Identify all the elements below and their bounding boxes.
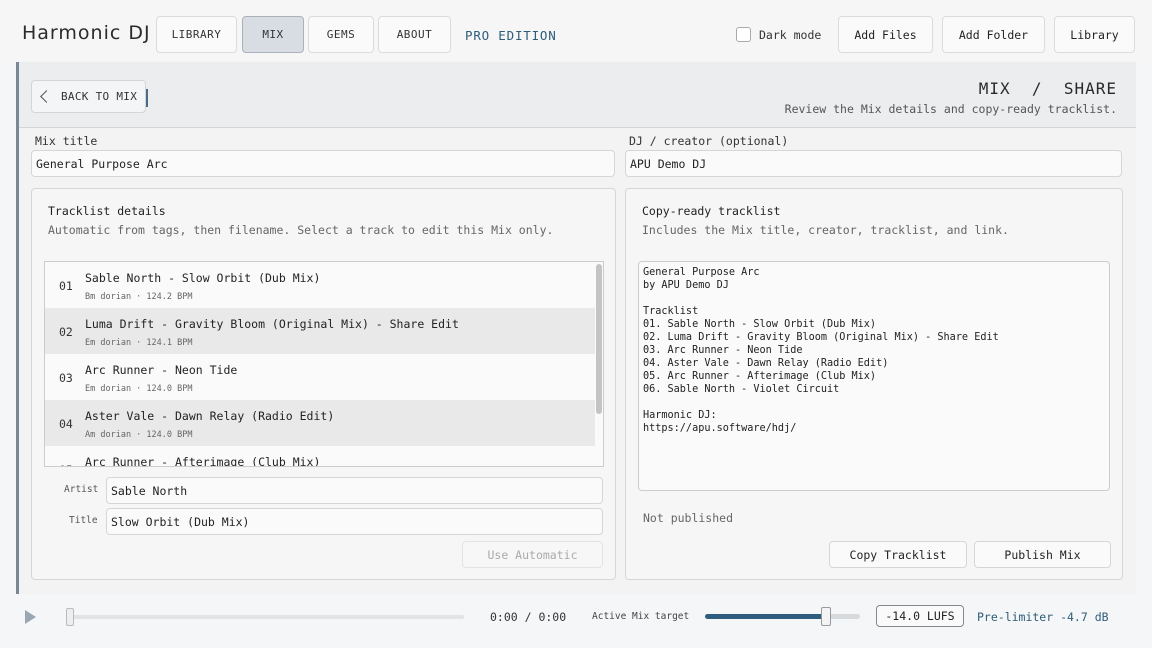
tracklist-details-card: Tracklist details Automatic from tags, t…: [31, 188, 616, 580]
page-subtitle: Review the Mix details and copy-ready tr…: [784, 102, 1117, 116]
artist-input[interactable]: Sable North: [106, 477, 603, 504]
page-title: MIX / SHARE: [978, 79, 1117, 98]
creator-label: DJ / creator (optional): [629, 134, 789, 148]
add-folder-button[interactable]: Add Folder: [942, 16, 1045, 53]
edition-label: PRO EDITION: [465, 28, 557, 43]
copy-tracklist-title: Copy-ready tracklist: [642, 204, 781, 218]
track-row[interactable]: 01 Sable North - Slow Orbit (Dub Mix) Bm…: [45, 262, 595, 308]
playback-time: 0:00 / 0:00: [490, 610, 567, 624]
title-input[interactable]: Slow Orbit (Dub Mix): [106, 508, 603, 535]
publish-status: Not published: [643, 511, 734, 525]
target-slider-fill: [705, 614, 829, 619]
mix-title-input[interactable]: General Purpose Arc: [31, 150, 615, 177]
track-row[interactable]: 02 Luma Drift - Gravity Bloom (Original …: [45, 308, 595, 354]
seek-bar[interactable]: [66, 615, 464, 619]
mix-title-label: Mix title: [35, 134, 98, 148]
tab-mix[interactable]: MIX: [242, 16, 304, 53]
top-bar: Harmonic DJ LIBRARY MIX GEMS ABOUT PRO E…: [0, 0, 1152, 62]
copy-tracklist-card: Copy-ready tracklist Includes the Mix ti…: [625, 188, 1123, 580]
track-number: 02: [59, 325, 73, 339]
copy-tracklist-subtitle: Includes the Mix title, creator, trackli…: [642, 223, 1009, 237]
track-name: Arc Runner - Neon Tide: [85, 363, 238, 377]
back-to-mix-button[interactable]: BACK TO MIX: [31, 80, 148, 113]
track-name: Luma Drift - Gravity Bloom (Original Mix…: [85, 317, 459, 331]
copy-tracklist-button[interactable]: Copy Tracklist: [829, 541, 967, 568]
publish-mix-button[interactable]: Publish Mix: [974, 541, 1111, 568]
lufs-target-box[interactable]: -14.0 LUFS: [876, 605, 964, 627]
target-slider-handle[interactable]: [821, 607, 831, 626]
tracklist-details-title: Tracklist details: [48, 204, 166, 218]
track-name: Arc Runner - Afterimage (Club Mix): [85, 455, 321, 467]
track-meta: Am dorian · 124.0 BPM: [85, 430, 193, 440]
track-name: Sable North - Slow Orbit (Dub Mix): [85, 271, 321, 285]
tracklist-details-subtitle: Automatic from tags, then filename. Sele…: [48, 223, 554, 237]
add-files-button[interactable]: Add Files: [838, 16, 933, 53]
track-number: 03: [59, 371, 73, 385]
track-number: 05: [59, 463, 73, 466]
share-panel: BACK TO MIX MIX / SHARE Review the Mix d…: [16, 62, 1136, 594]
track-meta: Bm dorian · 124.2 BPM: [85, 292, 193, 302]
track-list[interactable]: 01 Sable North - Slow Orbit (Dub Mix) Bm…: [44, 261, 604, 467]
tab-gems[interactable]: GEMS: [308, 16, 374, 53]
pre-limiter-readout: Pre-limiter -4.7 dB: [977, 610, 1109, 624]
title-label: Title: [69, 515, 98, 526]
track-number: 04: [59, 417, 73, 431]
dark-mode-checkbox[interactable]: [736, 27, 751, 42]
library-button[interactable]: Library: [1054, 16, 1135, 53]
focus-indicator: [146, 89, 148, 107]
track-number: 01: [59, 279, 73, 293]
mix-target-label: Active Mix target: [592, 611, 690, 622]
chevron-left-icon: [40, 90, 53, 103]
track-meta: Em dorian · 124.0 BPM: [85, 384, 193, 394]
target-slider[interactable]: [705, 614, 860, 619]
play-icon[interactable]: [25, 610, 36, 624]
track-row[interactable]: 05 Arc Runner - Afterimage (Club Mix): [45, 446, 595, 467]
tab-about[interactable]: ABOUT: [378, 16, 451, 53]
artist-label: Artist: [64, 484, 99, 495]
tab-library[interactable]: LIBRARY: [156, 16, 237, 53]
track-meta: Em dorian · 124.1 BPM: [85, 338, 193, 348]
track-list-scrollbar[interactable]: [596, 264, 602, 414]
share-header: BACK TO MIX MIX / SHARE Review the Mix d…: [19, 62, 1136, 128]
dark-mode-label: Dark mode: [759, 27, 822, 42]
track-row[interactable]: 04 Aster Vale - Dawn Relay (Radio Edit) …: [45, 400, 595, 446]
creator-input[interactable]: APU Demo DJ: [625, 150, 1122, 177]
use-automatic-button[interactable]: Use Automatic: [462, 541, 603, 568]
track-row[interactable]: 03 Arc Runner - Neon Tide Em dorian · 12…: [45, 354, 595, 400]
track-name: Aster Vale - Dawn Relay (Radio Edit): [85, 409, 335, 423]
back-label: BACK TO MIX: [61, 90, 138, 103]
copy-tracklist-textarea[interactable]: General Purpose Arc by APU Demo DJ Track…: [638, 261, 1110, 491]
seek-handle[interactable]: [66, 608, 74, 626]
dark-mode-toggle[interactable]: Dark mode: [736, 27, 821, 42]
app-brand: Harmonic DJ: [22, 22, 151, 44]
